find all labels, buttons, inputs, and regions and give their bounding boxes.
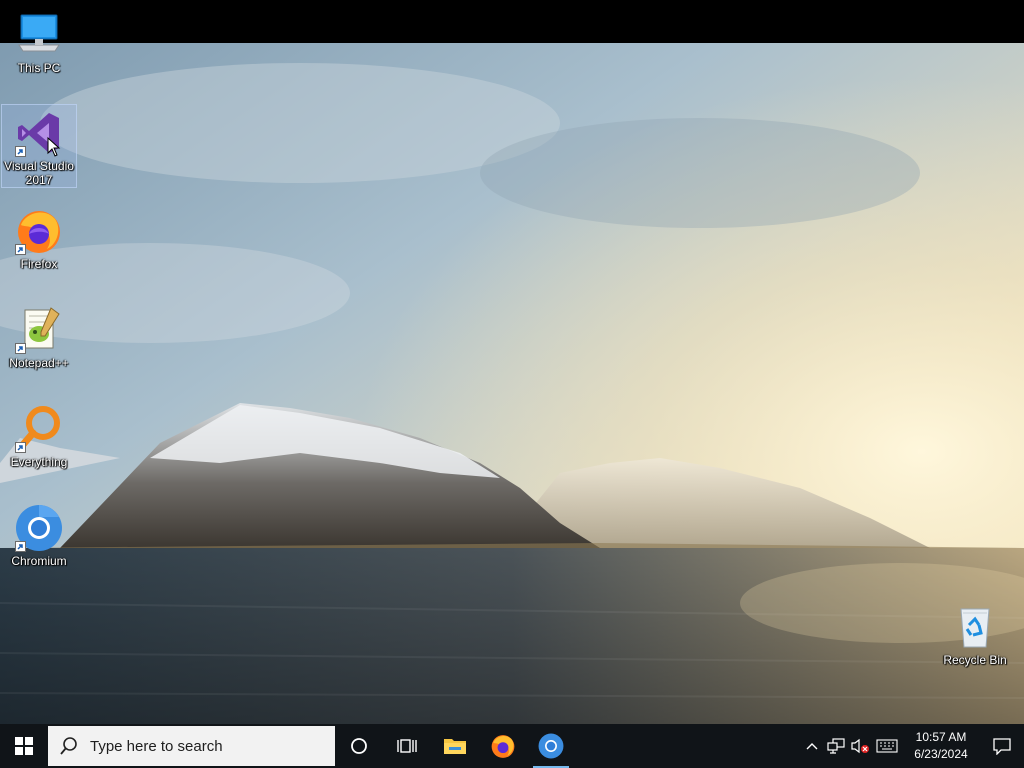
cortana-circle-icon [351,738,367,754]
shortcut-arrow-icon [15,343,26,354]
action-center-button[interactable] [980,724,1024,768]
firefox-icon [15,207,63,255]
desktop-icon-visual-studio[interactable]: Visual Studio 2017 [1,104,77,188]
show-hidden-icons-button[interactable] [800,724,824,768]
desktop-icon-label: This PC [17,61,61,75]
chevron-up-icon [806,743,818,750]
desktop-icon-firefox[interactable]: Firefox [1,203,77,271]
desktop-icon-label: Notepad++ [9,356,69,370]
touch-keyboard-button[interactable] [872,724,902,768]
network-button[interactable] [824,724,848,768]
search-icon [60,737,77,755]
desktop-icon-label: Everything [10,455,68,469]
task-view-icon [397,739,417,753]
taskbar-firefox[interactable] [479,724,527,768]
recycle-bin-icon [951,603,999,651]
top-black-band [0,0,1024,43]
desktop-icon-label: Chromium [11,554,67,568]
volume-muted-icon [851,738,869,754]
mouse-pointer-icon [47,136,61,162]
task-view-button[interactable] [383,724,431,768]
volume-button[interactable] [848,724,872,768]
desktop-wallpaper[interactable] [0,43,1024,724]
firefox-icon [491,735,515,758]
notification-icon [993,738,1011,755]
desktop-icon-label: Visual Studio 2017 [4,159,74,187]
system-tray: 10:57 AM 6/23/2024 [800,724,1024,768]
windows-logo-icon [15,737,33,755]
clock-time: 10:57 AM [915,730,967,744]
taskbar-chromium[interactable] [527,724,575,768]
this-pc-icon [15,11,63,59]
network-icon [827,738,845,754]
start-button[interactable] [0,724,48,768]
desktop-icon-label: Recycle Bin [943,653,1007,667]
taskbar-clock[interactable]: 10:57 AM 6/23/2024 [902,729,980,763]
taskbar-search-box[interactable] [48,726,335,766]
search-input[interactable] [88,736,312,756]
desktop-icon-label: Firefox [20,257,58,271]
chromium-icon [538,733,564,759]
taskbar: 10:57 AM 6/23/2024 [0,724,1024,768]
desktop-icon-this-pc[interactable]: This PC [1,7,77,75]
desktop-icon-notepad-plus-plus[interactable]: Notepad++ [1,302,77,370]
clock-date: 6/23/2024 [914,747,968,761]
desktop-icon-everything[interactable]: Everything [1,401,77,469]
cortana-button[interactable] [335,724,383,768]
desktop-icon-recycle-bin[interactable]: Recycle Bin [937,599,1013,667]
taskbar-file-explorer[interactable] [431,724,479,768]
everything-search-icon [15,405,63,453]
shortcut-arrow-icon [15,541,26,552]
keyboard-icon [876,739,898,753]
shortcut-arrow-icon [15,244,26,255]
shortcut-arrow-icon [15,442,26,453]
chromium-icon [15,504,63,552]
shortcut-arrow-icon [15,146,26,157]
desktop-icon-chromium[interactable]: Chromium [1,500,77,568]
file-explorer-icon [444,739,466,754]
notepad-plus-plus-icon [15,306,63,354]
